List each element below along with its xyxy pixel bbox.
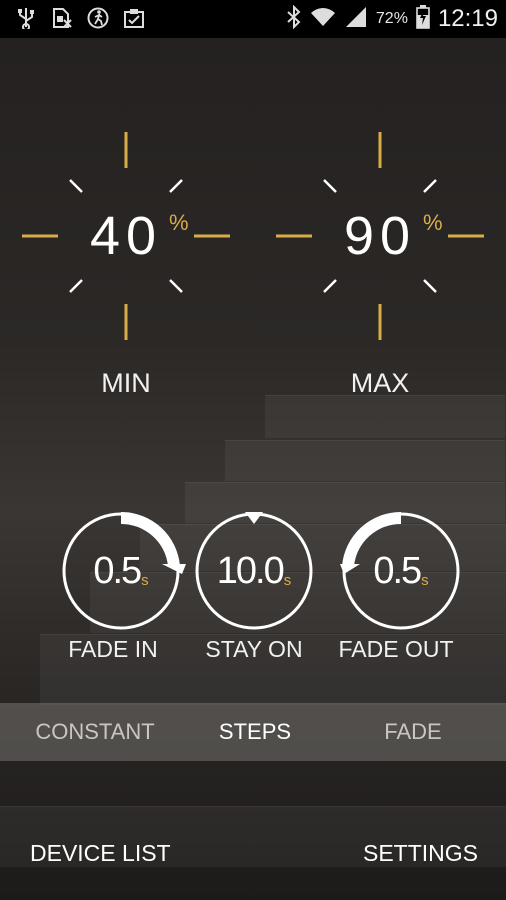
stay-on-timer[interactable]: 10.0 s [191, 508, 317, 634]
stair-step [265, 395, 505, 438]
clock: 12:19 [437, 5, 498, 32]
battery-percent: 72% [375, 10, 408, 27]
wifi-icon [310, 6, 336, 33]
fade-in-label: FADE IN [68, 636, 158, 662]
fade-out-unit: s [421, 571, 429, 589]
mode-selector: CONSTANT STEPS FADE [0, 703, 506, 761]
fade-out-value: 0.5 [373, 549, 422, 592]
device-list-button[interactable]: DEVICE LIST [30, 840, 171, 867]
stay-on-label: STAY ON [205, 636, 303, 662]
bluetooth-icon [286, 4, 302, 34]
min-dial[interactable]: 40 % [18, 128, 234, 344]
fade-out-timer[interactable]: 0.5 s [338, 508, 464, 634]
stay-on-value: 10.0 [216, 549, 285, 592]
clipboard-icon [122, 6, 146, 30]
sim-blocked-icon [50, 6, 74, 30]
max-value: 90 [343, 206, 417, 266]
fade-out-label: FADE OUT [338, 636, 454, 662]
fade-in-value: 0.5 [93, 549, 142, 592]
min-value: 40 [89, 206, 163, 266]
fade-in-timer[interactable]: 0.5 s [58, 508, 186, 634]
stair-step [225, 440, 505, 481]
battery-charging-icon [416, 4, 430, 34]
mode-constant[interactable]: CONSTANT [0, 703, 190, 761]
usb-icon [14, 6, 38, 30]
stay-on-unit: s [283, 571, 292, 589]
running-icon [86, 6, 110, 30]
mode-fade[interactable]: FADE [330, 703, 496, 761]
status-bar: 72% 12:19 [0, 0, 506, 38]
max-dial[interactable]: 90 % [272, 128, 488, 344]
settings-button[interactable]: SETTINGS [363, 840, 478, 867]
mode-steps[interactable]: STEPS [170, 703, 340, 761]
max-unit: % [423, 210, 443, 235]
min-unit: % [169, 210, 189, 235]
fade-in-unit: s [141, 571, 149, 589]
min-label: MIN [101, 368, 151, 398]
max-label: MAX [350, 368, 410, 398]
signal-icon [344, 6, 368, 33]
